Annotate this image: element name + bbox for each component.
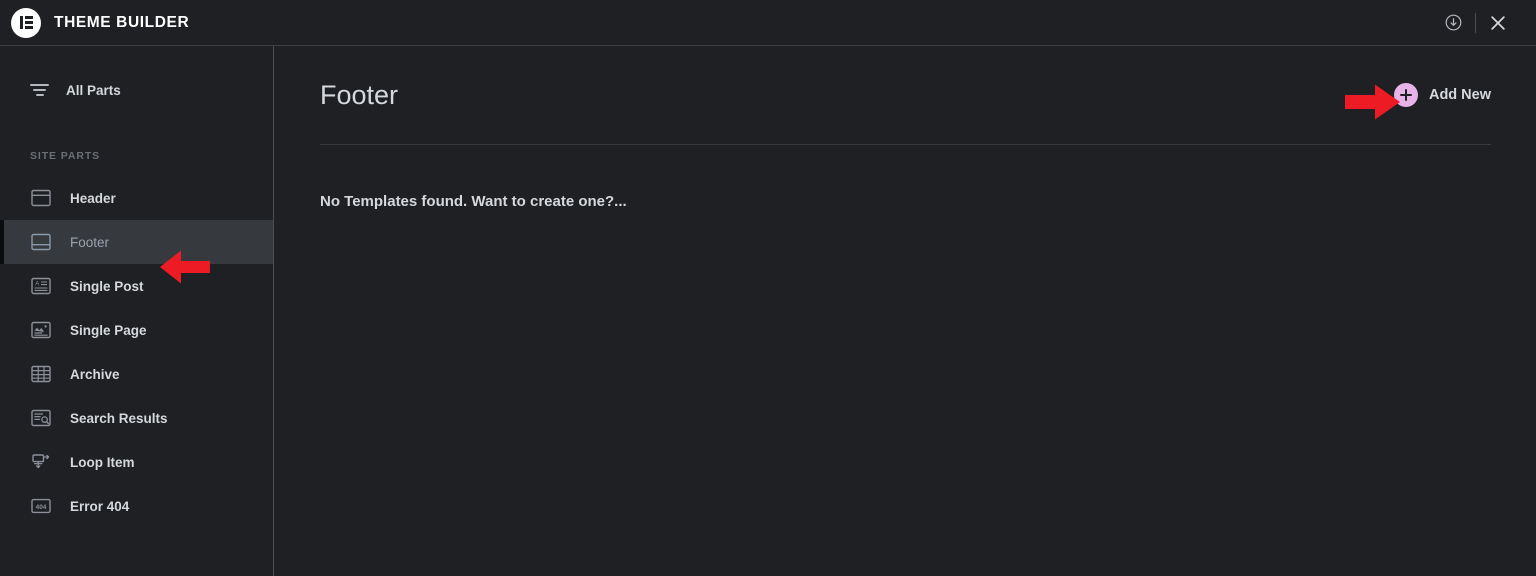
search-results-icon: [30, 407, 52, 429]
theme-builder-window: THEME BUILDER All Parts SITE PARTS Heade…: [0, 0, 1536, 576]
top-bar: THEME BUILDER: [0, 0, 1536, 46]
sidebar-item-label: Archive: [70, 366, 120, 382]
sidebar-item-label: Footer: [70, 234, 110, 250]
empty-state-message: No Templates found. Want to create one?.…: [320, 193, 627, 210]
page-title: Footer: [320, 79, 399, 110]
sidebar-item-footer[interactable]: Footer: [0, 220, 273, 264]
close-button[interactable]: [1476, 0, 1520, 46]
archive-grid-icon: [30, 363, 52, 385]
all-parts-label: All Parts: [66, 82, 121, 98]
sidebar-section-label: SITE PARTS: [30, 150, 101, 162]
sidebar-item-error-404[interactable]: 404 Error 404: [0, 484, 273, 528]
sidebar-item-loop-item[interactable]: Loop Item: [0, 440, 273, 484]
main-content: Footer Add New No Templates found. Want …: [275, 46, 1536, 576]
error-404-icon: 404: [30, 495, 52, 517]
sidebar-item-label: Single Page: [70, 322, 147, 338]
elementor-logo-icon: [11, 7, 41, 38]
header-layout-icon: [30, 187, 52, 209]
brand: THEME BUILDER: [0, 7, 190, 38]
filter-icon: [30, 84, 49, 96]
sidebar-item-single-post[interactable]: A Single Post: [0, 264, 273, 308]
sidebar-item-label: Loop Item: [70, 454, 135, 470]
sidebar: All Parts SITE PARTS Header Footer A Sin…: [0, 46, 274, 576]
sidebar-item-label: Search Results: [70, 410, 168, 426]
sidebar-item-archive[interactable]: Archive: [0, 352, 273, 396]
single-post-icon: A: [30, 275, 52, 297]
save-changes-button[interactable]: [1431, 0, 1475, 46]
top-bar-actions: [1431, 0, 1536, 45]
add-new-label: Add New: [1428, 87, 1491, 103]
single-page-icon: [30, 319, 52, 341]
sidebar-item-label: Header: [70, 190, 116, 206]
add-new-button[interactable]: Add New: [1393, 83, 1491, 107]
sidebar-item-header[interactable]: Header: [0, 176, 273, 220]
sidebar-item-single-page[interactable]: Single Page: [0, 308, 273, 352]
footer-layout-icon: [30, 231, 52, 253]
download-circle-icon: [1445, 14, 1461, 31]
sidebar-item-search-results[interactable]: Search Results: [0, 396, 273, 440]
sidebar-item-all-parts[interactable]: All Parts: [0, 68, 273, 112]
svg-text:A: A: [35, 282, 39, 288]
window-title: THEME BUILDER: [54, 13, 190, 31]
sidebar-item-label: Single Post: [70, 278, 144, 294]
loop-item-icon: [30, 451, 52, 473]
plus-circle-icon: [1393, 83, 1418, 107]
sidebar-item-label: Error 404: [70, 498, 130, 514]
main-header: Footer Add New: [275, 46, 1536, 144]
svg-text:404: 404: [36, 504, 47, 511]
close-icon: [1491, 15, 1505, 30]
